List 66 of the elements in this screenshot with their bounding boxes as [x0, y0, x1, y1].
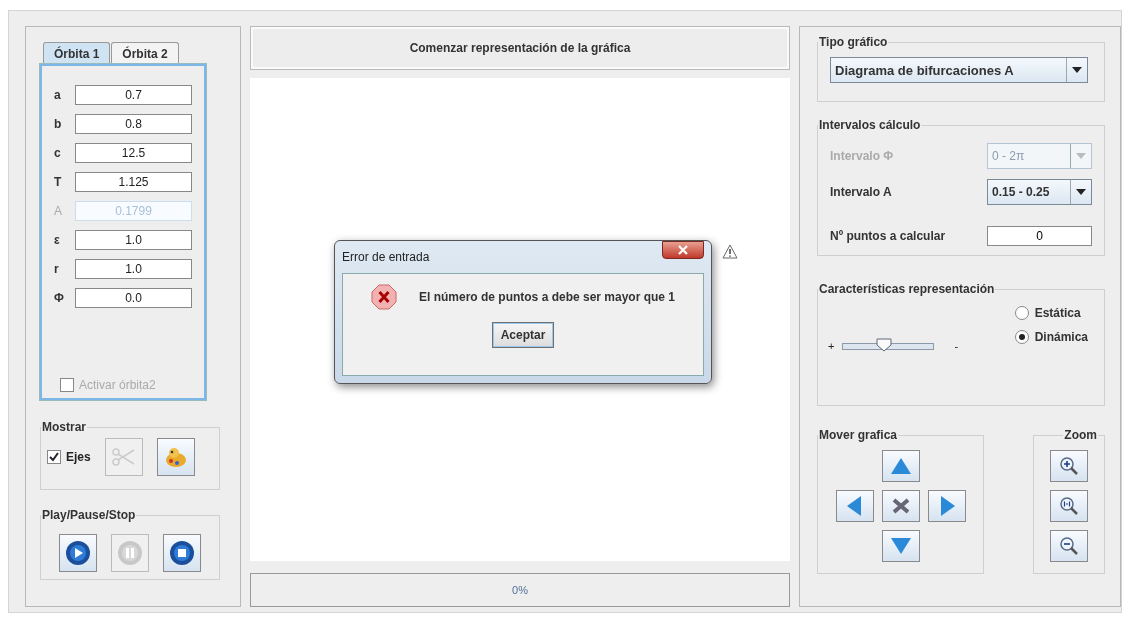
zoom-in-button[interactable]	[1050, 450, 1088, 482]
stop-icon	[169, 540, 195, 566]
checkbox[interactable]: Ejes	[47, 450, 91, 464]
close-icon	[677, 245, 689, 256]
arrow-button[interactable]	[927, 490, 966, 522]
play-button[interactable]	[59, 534, 97, 572]
zoom-out-button[interactable]	[1050, 530, 1088, 562]
input-field[interactable]: 1.125	[75, 171, 192, 192]
close-button[interactable]	[662, 241, 704, 260]
checkbox-icon	[60, 378, 74, 392]
group-title: Zoom	[1063, 428, 1098, 442]
start-button[interactable]: Comenzar representación de la gráfica	[250, 26, 790, 71]
field-label: A	[54, 203, 63, 218]
input-field[interactable]: 12.5	[75, 142, 192, 163]
field-label: T	[54, 174, 63, 189]
radio-icon	[1014, 306, 1029, 320]
group-title: Intervalos cálculo	[818, 118, 922, 132]
field-label: a	[54, 87, 62, 102]
slider-thumb[interactable]	[875, 337, 892, 352]
group-title: Mover grafica	[818, 428, 899, 442]
field-label: Nº puntos a calcular	[830, 229, 946, 243]
error-message: El número de puntos a debe ser mayor que 1	[418, 290, 676, 305]
field-label: c	[54, 145, 62, 160]
error-icon	[370, 284, 397, 311]
group-title: Play/Pause/Stop	[41, 508, 137, 522]
chart-type-dropdown[interactable]: Diagrama de bifurcaciones A	[830, 57, 1088, 83]
field-label: Intervalo A	[830, 185, 892, 199]
arrow-button[interactable]	[881, 530, 920, 562]
tab[interactable]: Órbita 1	[43, 42, 111, 64]
input-field[interactable]: 0	[987, 226, 1092, 246]
tab[interactable]: Órbita 2	[111, 42, 179, 64]
slider-label: -	[954, 340, 959, 352]
input-field[interactable]: 1.0	[75, 258, 192, 279]
slider-label: +	[828, 340, 835, 352]
pause-icon	[117, 540, 143, 566]
group-title: Características representación	[818, 282, 996, 296]
zoom-reset-button[interactable]	[1050, 490, 1088, 522]
zoom-in-icon	[1059, 456, 1079, 476]
warning-icon	[722, 244, 738, 260]
zoom-reset-icon	[1059, 496, 1079, 516]
arrow-button[interactable]	[881, 450, 920, 482]
dialog-title: Error de entrada	[342, 250, 430, 265]
field-label: b	[54, 116, 63, 131]
reset-button[interactable]	[881, 490, 920, 522]
field-label: r	[54, 261, 60, 276]
input-field[interactable]: 0.0	[75, 287, 192, 308]
radio-icon	[1014, 330, 1029, 344]
arrow-button[interactable]	[835, 490, 874, 522]
zoom-out-icon	[1059, 536, 1079, 556]
play-icon	[65, 540, 91, 566]
field-label: Φ	[54, 290, 65, 305]
input-field[interactable]: 0.8	[75, 113, 192, 134]
group-title: Mostrar	[41, 420, 87, 434]
field-label: ε	[54, 232, 61, 247]
stop-button[interactable]	[163, 534, 201, 572]
input-field[interactable]: 0.7	[75, 84, 192, 105]
input-field[interactable]: 1.0	[75, 229, 192, 250]
checkbox-icon	[47, 450, 61, 464]
interval-dropdown[interactable]: 0.15 - 0.25	[987, 179, 1092, 205]
palette-button[interactable]	[156, 438, 195, 476]
group-title: Tipo gráfico	[818, 35, 889, 49]
radio-button[interactable]: Dinámica	[1014, 330, 1088, 344]
progress-text: 0%	[512, 583, 528, 596]
radio-button[interactable]: Estática	[1014, 306, 1088, 320]
accept-button[interactable]: Aceptar	[491, 322, 555, 349]
field-label: Intervalo Φ	[830, 149, 894, 163]
